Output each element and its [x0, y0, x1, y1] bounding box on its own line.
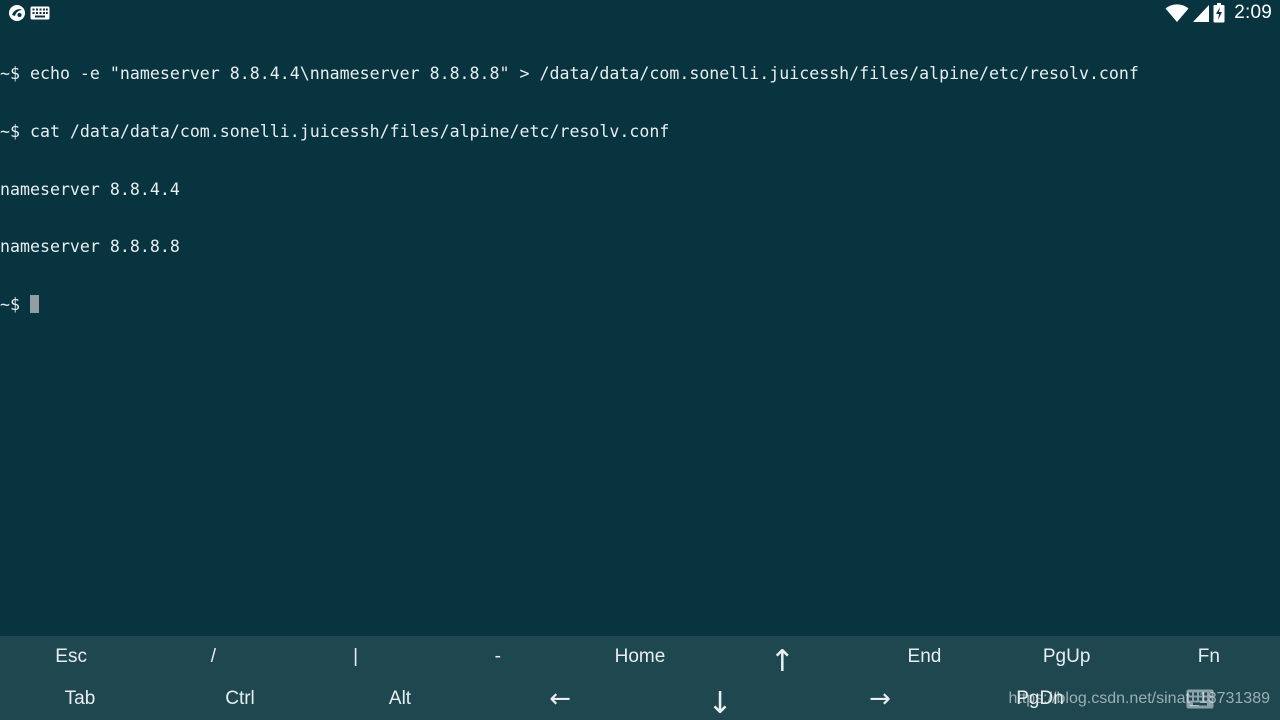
terminal-line: ~$ cat /data/data/com.sonelli.juicessh/f… [0, 122, 670, 141]
terminal-line: ~$ echo -e "nameserver 8.8.4.4\nnameserv… [0, 64, 1139, 84]
extra-keys-row-2: Tab Ctrl Alt ← ↓ → PgDn [0, 678, 1280, 720]
juicessh-notification-icon [8, 4, 26, 22]
slash-key[interactable]: / [142, 636, 284, 678]
arrow-down-key[interactable]: ↓ [640, 678, 800, 720]
arrow-right-key[interactable]: → [800, 678, 960, 720]
terminal-output[interactable]: ~$ echo -e "nameserver 8.8.4.4\nnameserv… [0, 26, 1280, 634]
esc-key[interactable]: Esc [0, 636, 142, 678]
tab-key[interactable]: Tab [0, 678, 160, 720]
terminal-line: nameserver 8.8.4.4 [0, 179, 180, 199]
ctrl-key[interactable]: Ctrl [160, 678, 320, 720]
extra-keys-bar: Esc / | - Home ↑ End PgUp Fn Tab Ctrl Al… [0, 636, 1280, 720]
status-time: 2:09 [1234, 2, 1272, 23]
dash-key[interactable]: - [427, 636, 569, 678]
pgdn-key[interactable]: PgDn [960, 678, 1120, 720]
fn-key[interactable]: Fn [1138, 636, 1280, 678]
status-notifications [8, 3, 50, 23]
terminal-line: nameserver 8.8.8.8 [0, 237, 180, 257]
status-system-icons: 2:09 [1165, 0, 1272, 26]
wifi-icon [1165, 3, 1189, 23]
cell-signal-icon [1192, 3, 1210, 23]
extra-keys-row-1: Esc / | - Home ↑ End PgUp Fn [0, 636, 1280, 679]
terminal-cursor [29, 294, 39, 313]
arrow-left-key[interactable]: ← [480, 678, 640, 720]
status-bar: 2:09 [0, 0, 1280, 26]
arrow-up-key[interactable]: ↑ [711, 636, 853, 682]
terminal-prompt: ~$ [0, 294, 30, 314]
terminal-prompt-line[interactable]: ~$ [0, 294, 1280, 314]
pipe-key[interactable]: | [284, 636, 426, 678]
battery-charging-icon [1213, 3, 1225, 23]
end-key[interactable]: End [853, 636, 995, 678]
keyboard-notification-icon [30, 6, 50, 20]
home-key[interactable]: Home [569, 636, 711, 678]
pgup-key[interactable]: PgUp [996, 636, 1138, 678]
alt-key[interactable]: Alt [320, 678, 480, 720]
